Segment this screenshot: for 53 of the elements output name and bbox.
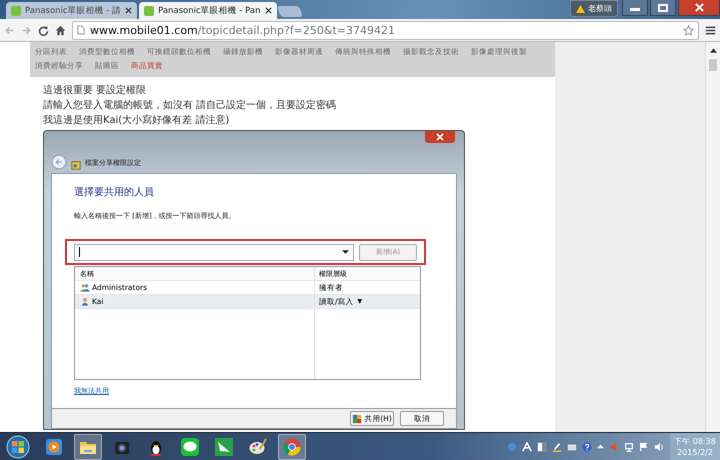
post-text: 我這邊是使用Kai(大小寫好像有差 請注意) xyxy=(43,114,230,128)
browser-tab[interactable]: Panasonic單眼相機 - 請 xyxy=(6,2,138,19)
clock-time: 下午 08:38 xyxy=(674,436,716,446)
page-icon xyxy=(77,25,85,35)
clock-date: 2015/2/2 xyxy=(677,446,713,458)
back-button-icon[interactable] xyxy=(51,154,67,170)
close-icon[interactable] xyxy=(125,7,132,14)
site-icon xyxy=(144,6,154,16)
reload-icon[interactable] xyxy=(38,24,49,36)
volume-icon[interactable] xyxy=(654,442,664,452)
close-icon xyxy=(436,133,444,141)
dialog-heading: 選擇要共用的人員 xyxy=(74,186,155,199)
post-text: 這邊很重要 要設定權限 xyxy=(43,84,148,98)
restore-button[interactable] xyxy=(650,0,676,16)
clock[interactable]: 下午 08:38 2015/2/2 xyxy=(670,433,720,460)
tab-title: Panasonic單眼相機 - 請 xyxy=(25,4,122,16)
users-icon xyxy=(80,283,90,292)
address-bar[interactable]: www.mobile01.com/topicdetail.php?f=250&t=3749421 xyxy=(72,20,699,40)
close-button[interactable] xyxy=(425,131,455,143)
dropdown-icon[interactable] xyxy=(342,250,349,254)
site-icon xyxy=(11,6,21,16)
chat-icon xyxy=(180,436,200,456)
browser-icon xyxy=(282,436,302,456)
restore-icon xyxy=(658,4,668,12)
browser-tab[interactable]: Panasonic單眼相機 - Pan xyxy=(139,2,276,19)
font-icon[interactable] xyxy=(522,442,532,452)
scrollbar[interactable] xyxy=(705,42,720,432)
show-hidden-icons[interactable] xyxy=(597,443,604,450)
network-icon[interactable] xyxy=(624,442,634,452)
menu-icon[interactable] xyxy=(705,24,716,36)
help-icon[interactable] xyxy=(582,442,592,452)
leaf-icon xyxy=(214,436,234,456)
post-text: 請輸入您登入電腦的帳號，如沒有 請自己設定一個，且要設定密碼 xyxy=(43,98,338,113)
home-icon[interactable] xyxy=(55,24,66,36)
url-text: www.mobile01.com/topicdetail.php?f=250&t=3749421 xyxy=(90,24,395,36)
pen-icon[interactable] xyxy=(552,442,562,452)
close-button[interactable] xyxy=(678,0,720,16)
user-icon xyxy=(80,297,90,306)
tab-title: Panasonic單眼相機 - Pan xyxy=(158,4,260,16)
star-icon[interactable] xyxy=(683,24,694,36)
close-icon xyxy=(694,3,704,12)
profile-badge[interactable]: 老蔡頭 xyxy=(570,0,618,17)
scroll-up-icon[interactable] xyxy=(710,48,716,53)
start-button-icon[interactable] xyxy=(6,434,30,458)
scroll-thumb[interactable] xyxy=(709,59,717,71)
close-icon[interactable] xyxy=(264,7,272,14)
share-icon xyxy=(71,160,81,170)
palette-icon xyxy=(248,436,268,456)
flag-icon[interactable] xyxy=(639,442,649,452)
minimize-button[interactable] xyxy=(622,0,648,16)
warning-icon xyxy=(576,4,585,12)
half-square-icon[interactable] xyxy=(537,442,547,452)
play-icon xyxy=(44,436,64,456)
